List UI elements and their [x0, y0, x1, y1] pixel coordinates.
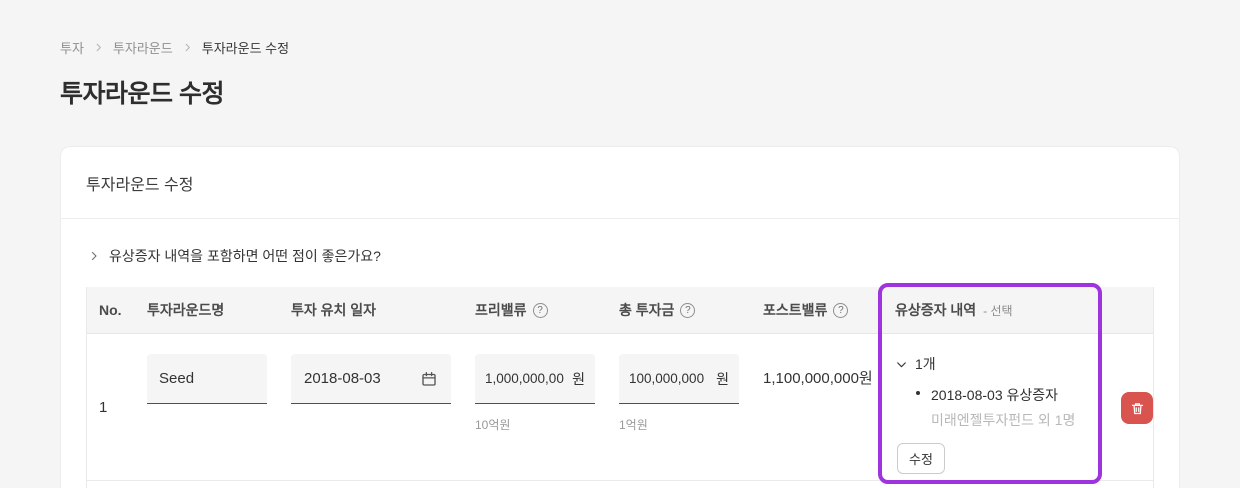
- header-no: No.: [87, 302, 135, 318]
- total-investment-field: 원: [619, 354, 739, 404]
- currency-unit-label: 원: [716, 369, 729, 389]
- capital-increase-toggle[interactable]: 1개: [895, 354, 1102, 374]
- capital-increase-count: 1개: [915, 354, 936, 374]
- total-investment-cell: 원 1억원: [607, 334, 751, 480]
- header-round-name: 투자라운드명: [135, 300, 279, 320]
- total-investment-input[interactable]: [629, 354, 711, 403]
- pre-value-hint: 10억원: [475, 416, 607, 433]
- page: 투자 투자라운드 투자라운드 수정 투자라운드 수정 투자라운드 수정 유상증자…: [0, 0, 1240, 488]
- header-capital-increase-optional: - 선택: [983, 302, 1012, 319]
- post-value-text: 1,100,000,000원: [763, 354, 878, 404]
- round-name-cell: [135, 334, 279, 480]
- breadcrumb-item-rounds[interactable]: 투자라운드: [113, 38, 173, 57]
- card-header: 투자라운드 수정: [61, 147, 1179, 219]
- chevron-right-icon: [88, 250, 100, 262]
- capital-increase-item-detail: 미래엔젤투자펀드 외 1명: [895, 410, 1102, 430]
- bullet-dot: [916, 391, 920, 395]
- edit-capital-increase-button[interactable]: 수정: [897, 443, 945, 474]
- header-capital-increase: 유상증자 내역 - 선택: [878, 300, 1102, 320]
- round-name-input[interactable]: [147, 354, 267, 403]
- post-value-cell: 1,100,000,000원: [751, 334, 878, 480]
- header-capital-increase-label: 유상증자 내역: [895, 300, 976, 320]
- pre-value-field: 원: [475, 354, 595, 404]
- row-number-label: 1: [99, 399, 107, 416]
- chevron-right-icon: [93, 42, 104, 53]
- breadcrumb-item-invest[interactable]: 투자: [60, 38, 84, 57]
- card-title: 투자라운드 수정: [86, 171, 194, 195]
- page-title: 투자라운드 수정: [60, 74, 1180, 110]
- currency-unit-label: 원: [572, 369, 585, 389]
- chevron-down-icon: [895, 358, 908, 371]
- header-pre-value: 프리밸류 ?: [463, 300, 607, 320]
- capital-increase-item: 2018-08-03 유상증자: [895, 385, 1102, 405]
- invest-date-field: [291, 354, 451, 404]
- breadcrumb: 투자 투자라운드 투자라운드 수정: [60, 0, 1180, 57]
- faq-toggle-row[interactable]: 유상증자 내역을 포함하면 어떤 점이 좋은가요?: [61, 219, 1179, 287]
- capital-increase-cell: 1개 2018-08-03 유상증자 미래엔젤투자펀드 외 1명 수정: [878, 334, 1102, 480]
- invest-date-cell: [279, 334, 463, 480]
- chevron-right-icon: [182, 42, 193, 53]
- help-icon[interactable]: ?: [680, 303, 695, 318]
- row-action-cell: [1102, 334, 1153, 480]
- header-post-value-label: 포스트밸류: [763, 300, 827, 320]
- header-invest-date: 투자 유치 일자: [279, 300, 463, 320]
- header-total-investment-label: 총 투자금: [619, 300, 674, 320]
- row-number: 1: [87, 334, 135, 480]
- edit-round-card: 투자라운드 수정 유상증자 내역을 포함하면 어떤 점이 좋은가요? No. 투…: [60, 146, 1180, 488]
- table-row: 1: [87, 334, 1153, 481]
- pre-value-cell: 원 10억원: [463, 334, 607, 480]
- header-invest-date-label: 투자 유치 일자: [291, 300, 376, 320]
- capital-increase-item-title: 2018-08-03 유상증자: [931, 387, 1058, 403]
- breadcrumb-item-current: 투자라운드 수정: [202, 38, 289, 57]
- invest-date-input[interactable]: [304, 354, 409, 403]
- faq-question-label: 유상증자 내역을 포함하면 어떤 점이 좋은가요?: [109, 246, 381, 266]
- help-icon[interactable]: ?: [533, 303, 548, 318]
- trash-icon: [1130, 401, 1145, 416]
- help-icon[interactable]: ?: [833, 303, 848, 318]
- header-no-label: No.: [99, 302, 122, 318]
- table-row-next: [87, 481, 1153, 488]
- calendar-icon[interactable]: [420, 370, 438, 388]
- header-pre-value-label: 프리밸류: [475, 300, 527, 320]
- round-name-field: [147, 354, 267, 404]
- delete-row-button[interactable]: [1121, 392, 1153, 424]
- header-post-value: 포스트밸류 ?: [751, 300, 878, 320]
- table-header-row: No. 투자라운드명 투자 유치 일자 프리밸류 ? 총 투자금 ? 포스트밸류…: [87, 287, 1153, 334]
- pre-value-input[interactable]: [485, 354, 567, 403]
- rounds-table: No. 투자라운드명 투자 유치 일자 프리밸류 ? 총 투자금 ? 포스트밸류…: [86, 287, 1154, 488]
- total-investment-hint: 1억원: [619, 416, 751, 433]
- header-round-name-label: 투자라운드명: [147, 300, 224, 320]
- header-total-investment: 총 투자금 ?: [607, 300, 751, 320]
